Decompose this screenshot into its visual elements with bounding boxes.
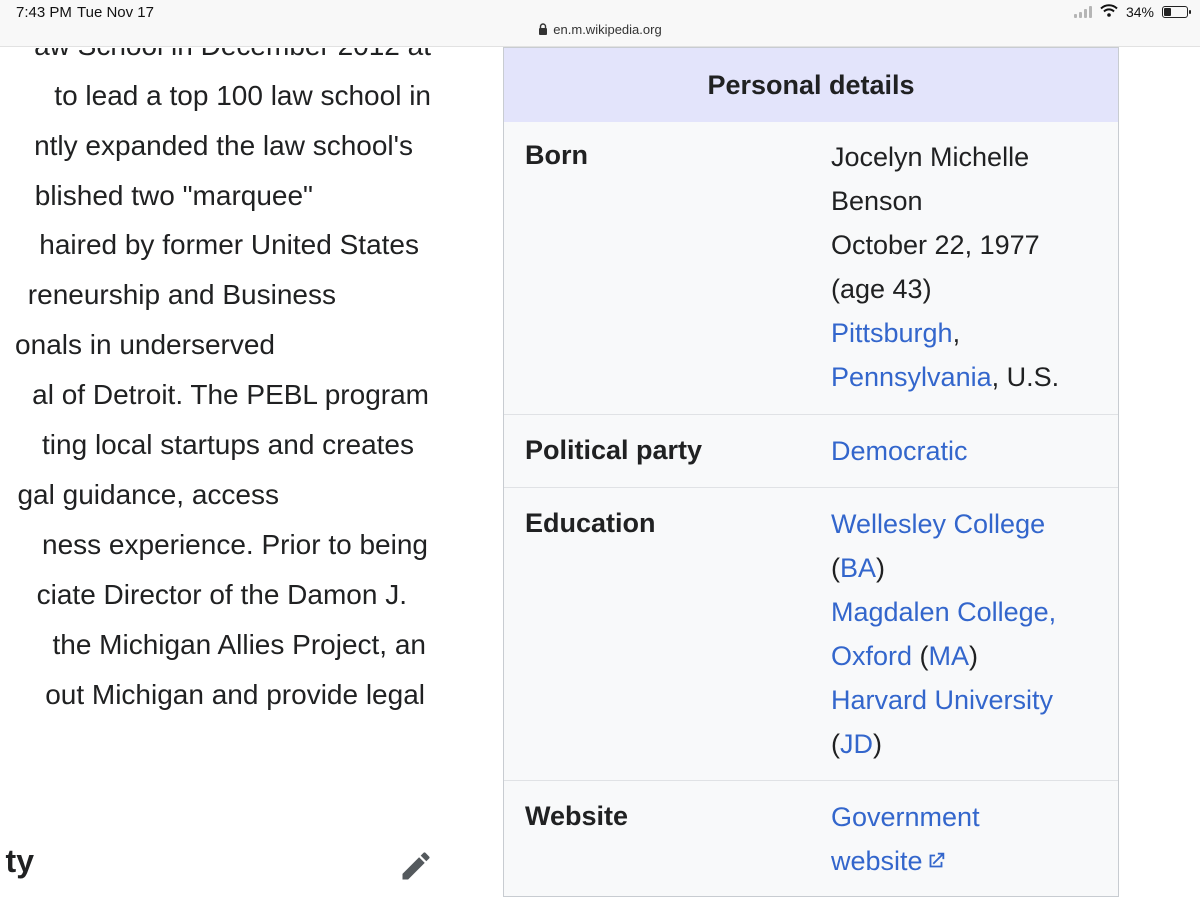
paren-close: ) <box>969 641 979 671</box>
article-body: aw School in December 2012 at to lead a … <box>0 48 445 748</box>
battery-percent: 34% <box>1125 4 1154 20</box>
link-democratic[interactable]: Democratic <box>831 436 968 466</box>
link-oxford[interactable]: Oxford <box>831 641 912 671</box>
link-pittsburgh[interactable]: Pittsburgh <box>831 318 953 348</box>
link-pennsylvania[interactable]: Pennsylvania <box>831 362 992 392</box>
education-value: Wellesley College (BA) Magdalen College,… <box>831 502 1101 766</box>
battery-icon <box>1162 6 1191 18</box>
website-value: Government website <box>831 795 1101 885</box>
lock-icon <box>538 23 548 38</box>
infobox: Personal details Born Jocelyn Michelle B… <box>503 47 1119 897</box>
article-line: out Michigan and provide legal <box>45 679 425 710</box>
status-bar: 7:43 PM Tue Nov 17 en.m.wikipedia.org 34… <box>0 0 1200 47</box>
born-age: (age 43) <box>831 274 932 304</box>
link-magdalen-college[interactable]: Magdalen College, <box>831 597 1056 627</box>
edit-pencil-icon[interactable] <box>398 848 434 889</box>
link-harvard-university[interactable]: Harvard University <box>831 685 1053 715</box>
link-ba[interactable]: BA <box>840 553 876 583</box>
infobox-header: Personal details <box>504 48 1118 122</box>
link-government-website-line1[interactable]: Government <box>831 802 980 832</box>
born-name-line1: Jocelyn Michelle <box>831 142 1030 172</box>
infobox-row-website: Website Government website <box>504 780 1118 898</box>
section-heading: ty <box>5 843 34 879</box>
battery-fill <box>1164 8 1171 16</box>
status-date: Tue Nov 17 <box>77 4 154 21</box>
born-date: October 22, 1977 <box>831 230 1040 260</box>
article-line: to lead a top 100 law school in <box>54 80 431 111</box>
born-comma: , <box>952 318 961 348</box>
born-country: , U.S. <box>991 362 1060 392</box>
article-line: ntly expanded the law school's <box>34 130 413 161</box>
party-label: Political party <box>525 435 703 465</box>
article-line: gal guidance, access <box>17 479 279 510</box>
paren-close: ) <box>873 729 882 759</box>
paren-open: ( <box>831 553 840 583</box>
url-text: en.m.wikipedia.org <box>553 22 662 37</box>
status-time: 7:43 PM <box>16 4 72 21</box>
infobox-row-party: Political party Democratic <box>504 414 1118 488</box>
born-name-line2: Benson <box>831 186 923 216</box>
party-value: Democratic <box>831 429 1101 473</box>
education-label: Education <box>525 508 656 538</box>
article-line: ciate Director of the Damon J. <box>36 579 407 610</box>
website-label: Website <box>525 801 629 831</box>
article-line: blished two "marquee" <box>34 180 313 211</box>
link-wellesley-college[interactable]: Wellesley College <box>831 509 1045 539</box>
article-line: ness experience. Prior to being <box>42 529 428 560</box>
infobox-row-born: Born Jocelyn Michelle Benson October 22,… <box>504 122 1118 414</box>
article-line: onals in underserved <box>15 329 275 360</box>
article-line: the Michigan Allies Project, an <box>52 629 426 660</box>
paren-close: ) <box>876 553 886 583</box>
address-bar[interactable]: en.m.wikipedia.org <box>0 22 1200 38</box>
article-line: reneurship and Business <box>27 279 336 310</box>
cellular-signal-icon <box>1073 6 1092 18</box>
link-ma[interactable]: MA <box>929 641 970 671</box>
status-indicators: 34% <box>1073 4 1191 20</box>
paren-open: ( <box>912 641 929 671</box>
wifi-icon <box>1100 4 1118 20</box>
infobox-row-education: Education Wellesley College (BA) Magdale… <box>504 487 1118 781</box>
born-value: Jocelyn Michelle Benson October 22, 1977… <box>831 135 1101 399</box>
link-government-website-line2[interactable]: website <box>831 846 923 876</box>
paren-open: ( <box>831 729 840 759</box>
external-link-icon <box>925 841 947 885</box>
article-line: haired by former United States <box>39 229 419 260</box>
article-line: ting local startups and creates <box>42 429 414 460</box>
article-line: aw School in December 2012 at <box>0 48 431 71</box>
born-label: Born <box>525 140 588 170</box>
link-jd[interactable]: JD <box>840 729 873 759</box>
article-line: al of Detroit. The PEBL program <box>32 379 429 410</box>
